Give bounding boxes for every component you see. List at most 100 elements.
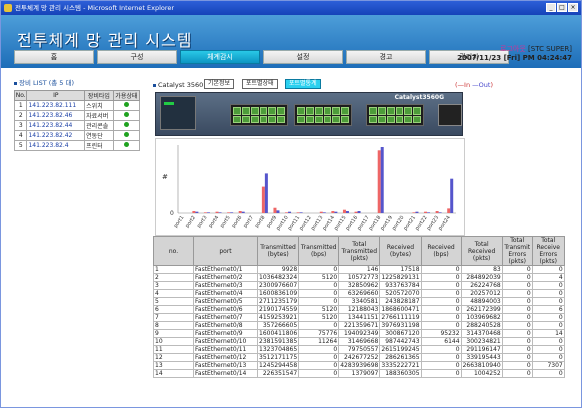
stats-cell: 0 xyxy=(501,297,533,306)
stats-row[interactable]: 3 FastEthernet0/3 2300976607 0 32850962 93376… xyxy=(153,281,565,290)
device-row[interactable]: 3 141.223.82.44 관리콘솔 xyxy=(13,120,141,131)
switch-faceplate[interactable]: Catalyst3560G xyxy=(155,92,463,136)
device-ip[interactable]: 141.223.82.111 xyxy=(26,100,86,111)
chart-bar xyxy=(288,211,292,213)
stats-row[interactable]: 11 FastEthernet0/11 1323704865 0 79750557 261… xyxy=(153,345,565,354)
stats-cell: 6 xyxy=(531,305,565,314)
chart-legend: (—In —Out) xyxy=(454,81,493,89)
stats-cell: 0 xyxy=(531,281,565,290)
device-ip[interactable]: 141.223.82.44 xyxy=(26,120,86,131)
stats-row[interactable]: 10 FastEthernet0/10 2381591385 11264 3146966… xyxy=(153,337,565,346)
legend-in: —In xyxy=(457,81,471,89)
stats-col-header[interactable]: Received (bps) xyxy=(420,236,462,266)
stats-col-header[interactable]: port xyxy=(193,236,258,266)
stats-row[interactable]: 6 FastEthernet0/6 2190174559 5120 12188043 18… xyxy=(153,305,565,314)
close-button[interactable]: × xyxy=(568,3,578,12)
stats-row[interactable]: 2 FastEthernet0/2 1036482324 5120 10572773 12… xyxy=(153,273,565,282)
port-group-2[interactable] xyxy=(294,104,352,126)
port-group-3[interactable] xyxy=(366,104,424,126)
stats-col-header[interactable]: Total Transmit Errors (pkts) xyxy=(501,236,533,266)
stats-cell: FastEthernet0/7 xyxy=(193,313,258,322)
stats-cell: FastEthernet0/11 xyxy=(193,345,258,354)
stats-cell: 314370468 xyxy=(460,329,503,338)
device-row[interactable]: 2 141.223.82.46 자료서버 xyxy=(13,110,141,121)
nav-button-4[interactable]: 설정 xyxy=(263,50,343,64)
stats-cell: 0 xyxy=(501,289,533,298)
chart-bar xyxy=(322,212,326,213)
switch-panel: Catalyst 3560 기본정보 포트별상태 포트별통계 (—In —Out) … xyxy=(153,78,581,407)
stats-cell: 4 xyxy=(153,289,194,298)
stats-cell: 5120 xyxy=(298,273,340,282)
stats-col-header[interactable]: Total Receive Errors (pkts) xyxy=(531,236,565,266)
stats-cell: 0 xyxy=(420,321,462,330)
stats-row[interactable]: 8 FastEthernet0/8 357266605 0 221359671 39769… xyxy=(153,321,565,330)
stats-cell: FastEthernet0/1 xyxy=(193,265,258,274)
stats-cell: 26224768 xyxy=(460,281,503,290)
device-col-header[interactable]: No. xyxy=(13,90,28,101)
stats-row[interactable]: 14 FastEthernet0/14 226351547 0 1379097 18836… xyxy=(153,369,565,378)
device-type: 자료서버 xyxy=(84,110,114,121)
nav-button-1[interactable]: 홈 xyxy=(14,50,94,64)
minimize-button[interactable]: _ xyxy=(546,3,556,12)
stats-cell: 221359671 xyxy=(338,321,381,330)
device-status xyxy=(112,130,141,141)
uplink-ports[interactable] xyxy=(438,104,462,126)
stats-cell: 2300976607 xyxy=(256,281,300,290)
stats-row[interactable]: 1 FastEthernet0/1 9928 0 146 17518 0 83 0 0 xyxy=(153,265,565,274)
stats-col-header[interactable]: Transmitted (bps) xyxy=(298,236,340,266)
device-row[interactable]: 4 141.223.82.42 연동단 xyxy=(13,130,141,141)
stats-cell: 0 xyxy=(531,297,565,306)
stats-cell: 0 xyxy=(420,361,462,370)
nav-button-2[interactable]: 구성 xyxy=(97,50,177,64)
stats-row[interactable]: 12 FastEthernet0/12 3512171175 0 242677252 28… xyxy=(153,353,565,362)
nav-button-5[interactable]: 경고 xyxy=(346,50,426,64)
stats-cell: 12188043 xyxy=(338,305,381,314)
device-col-header[interactable]: 장비타입 xyxy=(84,90,114,101)
stats-row[interactable]: 7 FastEthernet0/7 4159253921 5120 13441151 27… xyxy=(153,313,565,322)
device-ip[interactable]: 141.223.82.42 xyxy=(26,130,86,141)
stats-cell: 357266605 xyxy=(256,321,300,330)
stats-cell: 520572070 xyxy=(379,289,422,298)
chart-x-tick: port7 xyxy=(242,215,255,229)
chart-bar xyxy=(261,186,265,213)
port-group-1[interactable] xyxy=(230,104,288,126)
device-status xyxy=(112,120,141,131)
stats-row[interactable]: 5 FastEthernet0/5 2711235179 0 3340581 243828… xyxy=(153,297,565,306)
stats-cell: 262172399 xyxy=(460,305,503,314)
stats-cell: 10 xyxy=(153,337,194,346)
device-row[interactable]: 5 141.223.82.4 프린터 xyxy=(13,140,141,151)
stats-col-header[interactable]: no. xyxy=(153,236,194,266)
device-table: No. IP 장비타입 가용상태 1 141.223.82.111 스위치 2 141.223… xyxy=(13,90,141,151)
stats-col-header[interactable]: Transmitted (bytes) xyxy=(256,236,300,266)
switch-tab-1[interactable]: 기본정보 xyxy=(204,79,235,89)
nav-button-3[interactable]: 체계감시 xyxy=(180,50,260,64)
stats-cell: 32850962 xyxy=(338,281,381,290)
stats-cell: 194092349 xyxy=(338,329,381,338)
stats-row[interactable]: 4 FastEthernet0/4 1600836109 0 63269660 52057… xyxy=(153,289,565,298)
device-col-header[interactable]: IP xyxy=(26,90,86,101)
maximize-button[interactable]: □ xyxy=(557,3,567,12)
stats-row[interactable]: 13 FastEthernet0/13 1245294458 0 4283939698 3… xyxy=(153,361,565,370)
switch-tab-2[interactable]: 포트별상태 xyxy=(242,79,278,89)
device-status xyxy=(112,100,141,111)
stats-col-header[interactable]: Total Received (pkts) xyxy=(460,236,503,266)
stats-cell: 1036482324 xyxy=(256,273,300,282)
chart-bar xyxy=(380,147,384,213)
device-no: 3 xyxy=(13,120,28,131)
device-ip[interactable]: 141.223.82.46 xyxy=(26,110,86,121)
device-col-header[interactable]: 가용상태 xyxy=(112,90,141,101)
device-ip[interactable]: 141.223.82.4 xyxy=(26,140,86,151)
chart-x-tick: port8 xyxy=(254,215,267,229)
stats-row[interactable]: 9 FastEthernet0/9 1600411806 75776 194092349… xyxy=(153,329,565,338)
device-type: 프린터 xyxy=(84,140,114,151)
chart-bar xyxy=(334,211,338,213)
stats-cell: 1323704865 xyxy=(256,345,300,354)
stats-cell: 242677252 xyxy=(338,353,381,362)
stats-cell: 0 xyxy=(420,369,462,378)
stats-col-header[interactable]: Total Transmitted (pkts) xyxy=(338,236,381,266)
stats-col-header[interactable]: Received (bytes) xyxy=(379,236,422,266)
stats-cell: 1600836109 xyxy=(256,289,300,298)
switch-tab-3[interactable]: 포트별통계 xyxy=(285,79,321,89)
device-row[interactable]: 1 141.223.82.111 스위치 xyxy=(13,100,141,111)
logout-link[interactable]: 로그아웃 xyxy=(500,45,526,53)
